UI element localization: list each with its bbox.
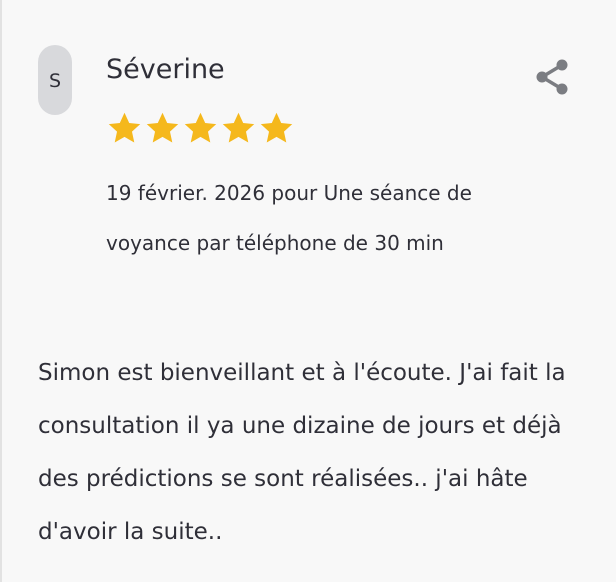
star-rating xyxy=(106,110,295,147)
star-icon xyxy=(106,110,143,147)
star-icon xyxy=(144,110,181,147)
star-icon xyxy=(220,110,257,147)
star-icon xyxy=(258,110,295,147)
share-icon xyxy=(534,58,572,98)
avatar: S xyxy=(38,45,72,115)
avatar-letter: S xyxy=(48,69,62,92)
share-button[interactable] xyxy=(534,58,572,98)
review-text: Simon est bienveillant et à l'écoute. J'… xyxy=(38,360,566,545)
reviewer-name: Séverine xyxy=(106,54,225,85)
review-card: S Séverine 19 février. 2026 pour Une séa… xyxy=(0,0,616,582)
review-date-and-service: 19 février. 2026 pour Une séance de voya… xyxy=(106,181,472,255)
star-icon xyxy=(182,110,219,147)
